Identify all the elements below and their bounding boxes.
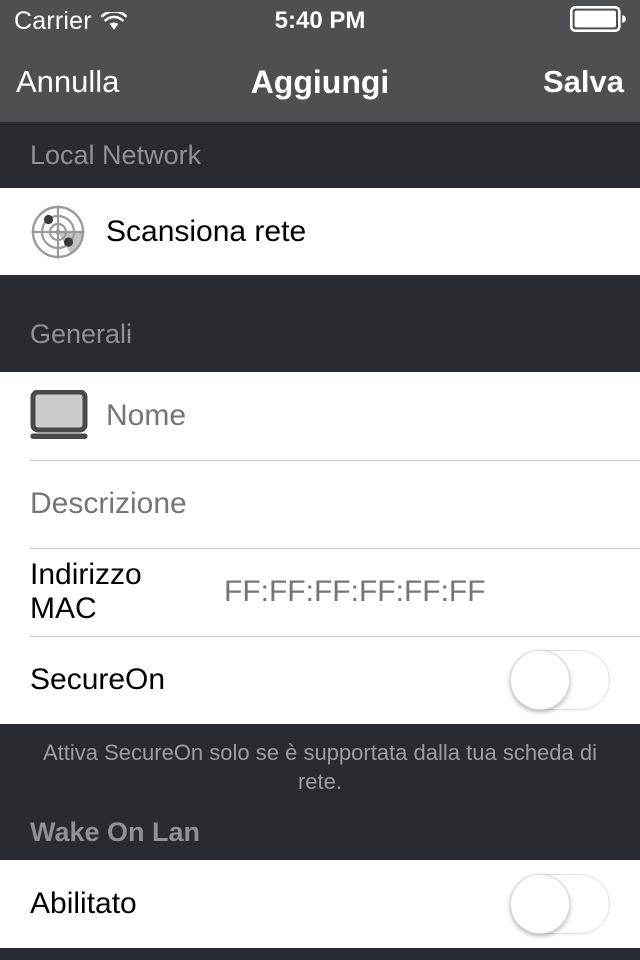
separator [30, 636, 640, 637]
scan-network-label: Scansiona rete [106, 214, 307, 248]
mac-address-label: Indirizzo MAC [30, 558, 142, 625]
local-network-group: Scansiona rete [0, 188, 640, 275]
section-header-general: Generali [0, 275, 640, 372]
battery-full-icon [569, 5, 626, 37]
row-mac-address[interactable]: Indirizzo MAC [0, 548, 640, 636]
row-scan-network[interactable]: Scansiona rete [0, 188, 640, 275]
enabled-toggle[interactable] [510, 874, 610, 935]
navigation-bar: Annulla Aggiungi Salva [0, 42, 640, 122]
radar-icon [30, 204, 106, 260]
separator [30, 548, 640, 549]
enabled-label: Abilitato [30, 887, 137, 921]
description-input[interactable] [30, 487, 610, 521]
toggle-knob [510, 650, 570, 710]
row-name[interactable] [0, 372, 640, 460]
secureon-toggle[interactable] [510, 650, 610, 710]
row-enabled: Abilitato [0, 860, 640, 949]
cancel-button[interactable]: Annulla [16, 64, 119, 100]
app-root: Carrier 5:40 PM Annulla Aggiungi Salva L… [0, 0, 640, 960]
status-bar-right [569, 5, 640, 37]
mac-address-input[interactable] [224, 575, 610, 609]
wifi-icon [100, 11, 127, 31]
row-secureon: SecureOn [0, 636, 640, 724]
general-group: Indirizzo MAC SecureOn [0, 372, 640, 724]
wake-on-lan-group: Abilitato [0, 860, 640, 949]
carrier-label: Carrier [14, 6, 92, 35]
section-header-wake-on-lan: Wake On Lan [0, 802, 640, 861]
save-button[interactable]: Salva [543, 64, 624, 100]
status-bar: Carrier 5:40 PM [0, 0, 640, 42]
toggle-knob [510, 874, 570, 935]
laptop-icon [30, 390, 106, 442]
separator [30, 460, 640, 461]
status-bar-left: Carrier [0, 7, 127, 36]
row-description[interactable] [0, 460, 640, 548]
section-header-local-network: Local Network [0, 122, 640, 188]
secureon-label: SecureOn [30, 663, 166, 696]
section-footer-secureon: Attiva SecureOn solo se è supportata dal… [0, 724, 640, 803]
name-input[interactable] [106, 399, 610, 433]
